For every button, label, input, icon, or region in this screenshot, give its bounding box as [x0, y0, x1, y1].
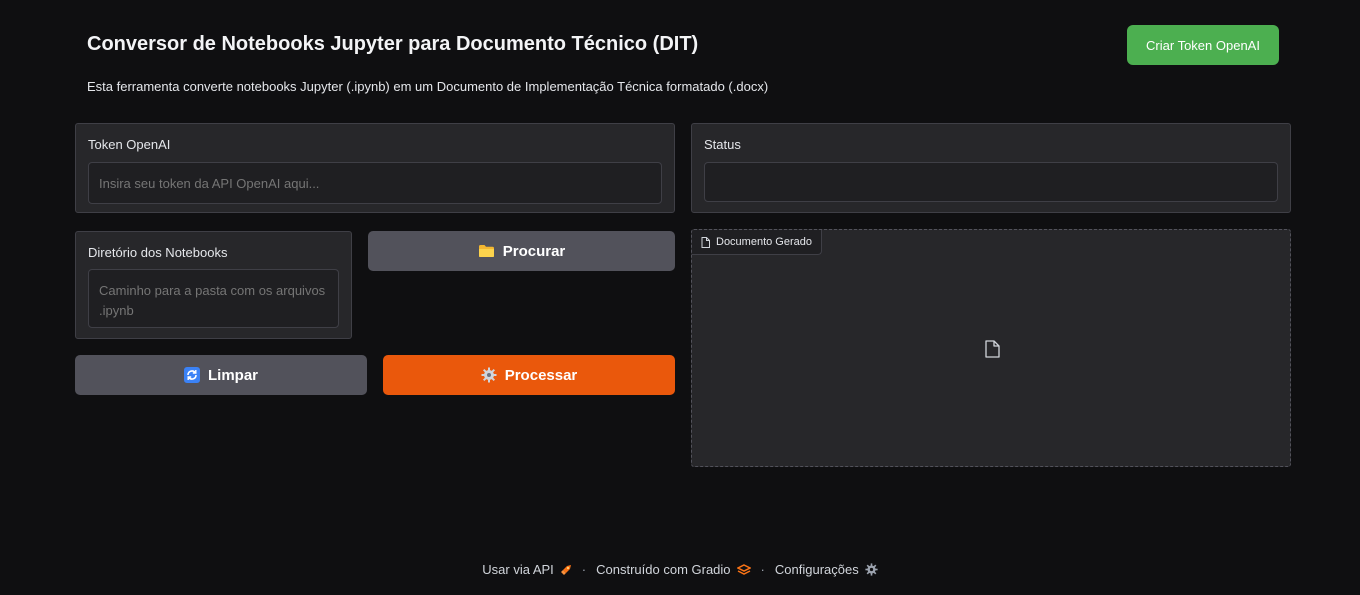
directory-input[interactable] [88, 269, 339, 328]
use-api-link[interactable]: Usar via API [482, 562, 572, 577]
directory-panel: Diretório dos Notebooks [75, 231, 352, 339]
page-description: Esta ferramenta converte notebooks Jupyt… [87, 79, 769, 94]
process-button[interactable]: Processar [383, 355, 675, 395]
empty-file-icon [985, 340, 1000, 363]
clear-button[interactable]: Limpar [75, 355, 367, 395]
clear-button-label: Limpar [207, 366, 258, 384]
gear-icon [865, 563, 878, 576]
built-with-gradio-link[interactable]: Construído com Gradio [596, 562, 751, 577]
gear-icon [481, 367, 497, 383]
status-panel: Status [691, 123, 1291, 213]
gradio-logo-icon [736, 563, 751, 576]
footer-separator: · [581, 562, 587, 577]
built-with-label: Construído com Gradio [596, 562, 731, 577]
rocket-icon [560, 564, 572, 576]
settings-link[interactable]: Configurações [775, 562, 878, 577]
status-label: Status [704, 137, 741, 152]
folder-icon [478, 244, 495, 258]
document-output[interactable]: Documento Gerado [691, 229, 1291, 467]
token-input[interactable] [88, 162, 662, 204]
browse-button-label: Procurar [502, 242, 566, 260]
process-button-label: Processar [504, 366, 578, 384]
document-label-tab: Documento Gerado [692, 230, 822, 255]
token-panel: Token OpenAI [75, 123, 675, 213]
refresh-icon [183, 367, 200, 383]
document-label: Documento Gerado [716, 236, 812, 248]
footer: Usar via API · Construído com Gradio · C… [0, 562, 1360, 577]
file-icon [701, 236, 710, 248]
use-api-label: Usar via API [482, 562, 554, 577]
token-label: Token OpenAI [88, 137, 171, 152]
create-token-button[interactable]: Criar Token OpenAI [1127, 25, 1279, 65]
footer-separator: · [760, 562, 765, 577]
status-output [704, 162, 1278, 202]
settings-label: Configurações [774, 562, 859, 577]
page-title: Conversor de Notebooks Jupyter para Docu… [87, 33, 699, 55]
directory-label: Diretório dos Notebooks [88, 245, 228, 260]
browse-button[interactable]: Procurar [368, 231, 675, 271]
app-page: Conversor de Notebooks Jupyter para Docu… [0, 0, 1360, 595]
